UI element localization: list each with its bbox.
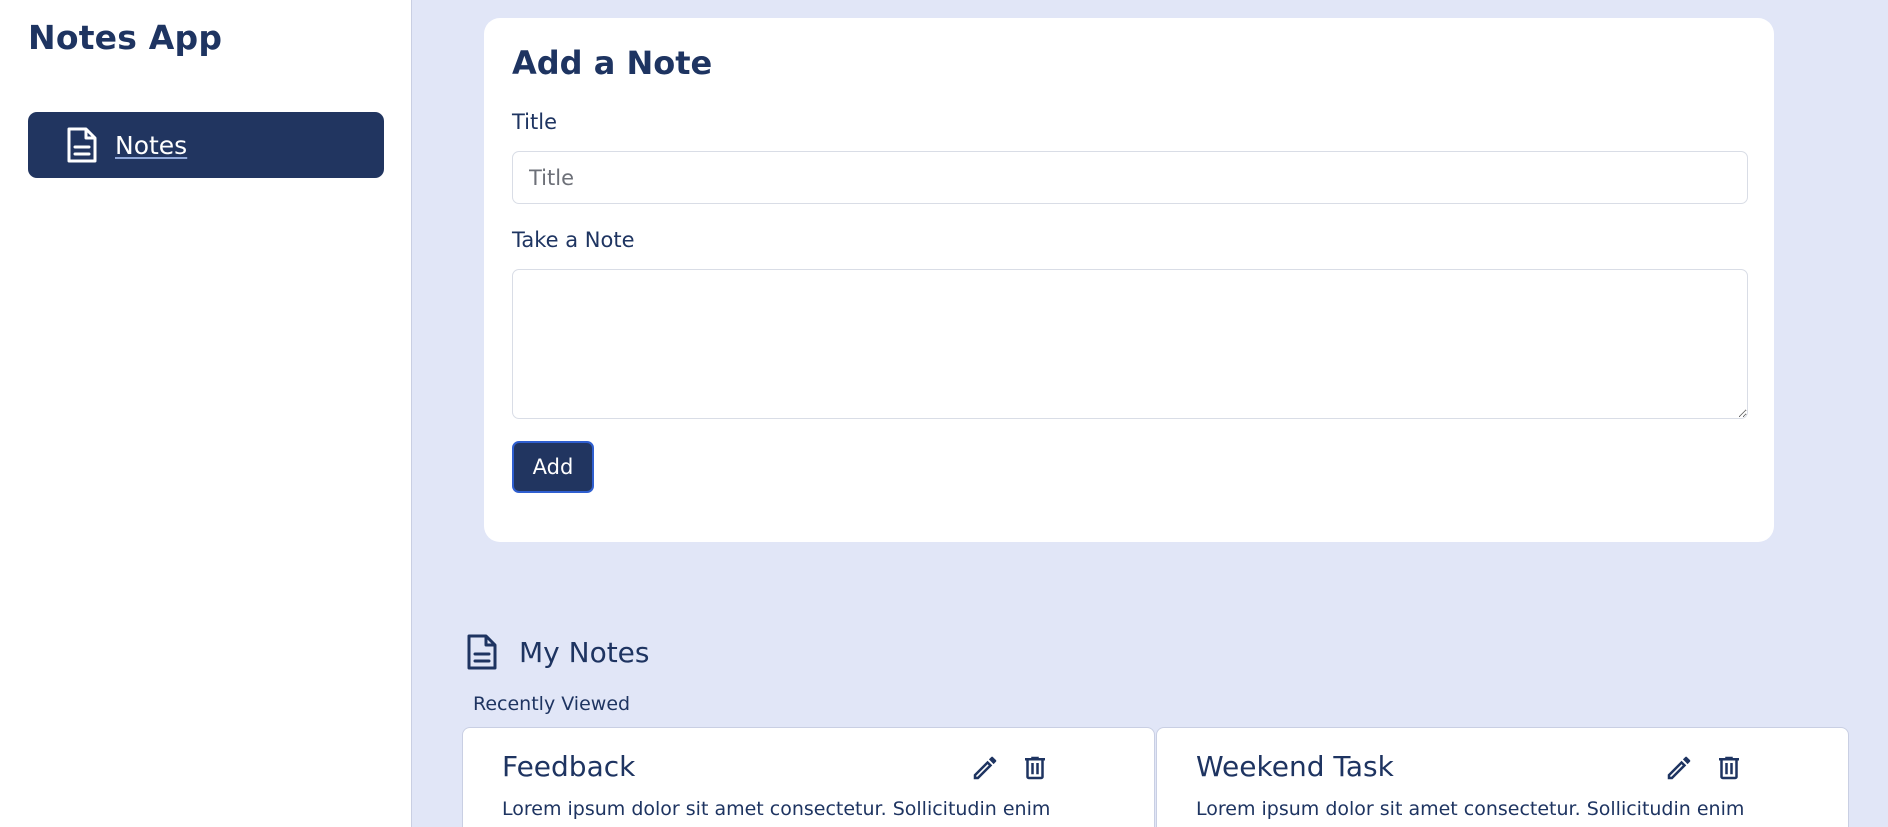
note-actions [970, 753, 1050, 783]
title-input[interactable] [512, 151, 1748, 204]
note-body: Lorem ipsum dolor sit amet consectetur. … [502, 798, 1051, 820]
sidebar: Notes App Notes [0, 0, 412, 827]
sidebar-item-label: Notes [115, 130, 188, 160]
add-note-card: Add a Note Title Take a Note Add [484, 18, 1774, 542]
add-button[interactable]: Add [512, 441, 594, 493]
edit-icon[interactable] [1664, 753, 1694, 783]
add-note-heading: Add a Note [512, 44, 713, 82]
note-actions [1664, 753, 1744, 783]
document-icon [465, 633, 499, 671]
main-content: Add a Note Title Take a Note Add My Note… [413, 0, 1888, 827]
my-notes-header: My Notes [465, 633, 650, 671]
note-body: Lorem ipsum dolor sit amet consectetur. … [1196, 798, 1745, 820]
app-title: Notes App [28, 18, 223, 57]
note-textarea[interactable] [512, 269, 1748, 419]
trash-icon[interactable] [1714, 753, 1744, 783]
note-title: Weekend Task [1196, 750, 1394, 783]
note-title: Feedback [502, 750, 636, 783]
document-icon [65, 126, 99, 164]
note-label: Take a Note [512, 228, 635, 252]
note-card[interactable]: Weekend Task Lorem ipsum dolor sit amet … [1156, 727, 1849, 827]
title-label: Title [512, 110, 558, 134]
my-notes-heading: My Notes [519, 635, 650, 669]
note-card[interactable]: Feedback Lorem ipsum dolor sit amet cons… [462, 727, 1155, 827]
edit-icon[interactable] [970, 753, 1000, 783]
trash-icon[interactable] [1020, 753, 1050, 783]
recently-viewed-label: Recently Viewed [473, 693, 631, 715]
sidebar-item-notes[interactable]: Notes [28, 112, 384, 178]
